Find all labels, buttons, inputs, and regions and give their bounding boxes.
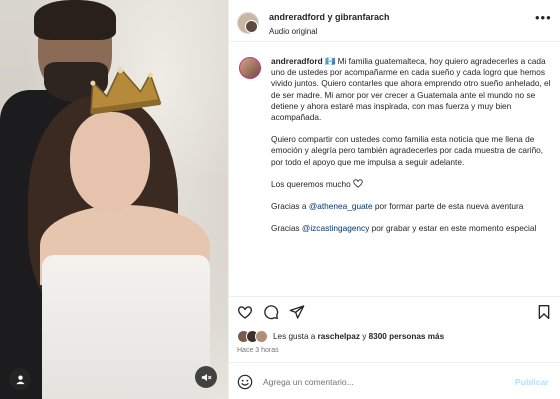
thanks-1-suffix: por formar parte de esta nueva aventura xyxy=(372,201,524,212)
caption-author-avatar[interactable] xyxy=(239,57,261,79)
caption-username[interactable]: andreradford xyxy=(271,56,323,66)
mention-athenea[interactable]: @athenea_guate xyxy=(309,201,373,211)
like-heart-icon[interactable] xyxy=(237,304,253,320)
mention-izcasting[interactable]: @izcastingagency xyxy=(302,223,369,233)
emoji-icon[interactable] xyxy=(237,374,253,390)
post-video[interactable] xyxy=(0,0,228,399)
liker-username[interactable]: raschelpaz xyxy=(318,332,360,341)
caption-paragraph-3: Los queremos mucho xyxy=(271,179,555,190)
publish-button[interactable]: Publicar xyxy=(515,377,549,387)
stylist-hair xyxy=(34,0,116,40)
more-options-icon[interactable]: ••• xyxy=(535,11,552,24)
user-icon xyxy=(15,374,25,384)
comment-box: Publicar xyxy=(229,362,560,399)
liker-avatar-3 xyxy=(255,330,268,343)
post-caption: andreradford 🇬🇹 Mi familia guatemalteca,… xyxy=(229,43,560,295)
caption-body: andreradford 🇬🇹 Mi familia guatemalteca,… xyxy=(271,56,555,245)
white-dress xyxy=(42,255,210,399)
likes-count[interactable]: 8300 personas más xyxy=(369,332,445,341)
comment-input[interactable] xyxy=(263,373,503,391)
likes-summary: Les gusta a raschelpaz y 8300 personas m… xyxy=(237,330,557,344)
woman-face xyxy=(70,112,150,212)
post-timestamp[interactable]: Hace 3 horas xyxy=(237,347,279,354)
share-icon[interactable] xyxy=(289,304,305,320)
post-authors[interactable]: andreradford y gibranfarach xyxy=(269,12,390,22)
post-header: andreradford y gibranfarach Audio origin… xyxy=(229,0,560,42)
caption-paragraph-2: Quiero compartir con ustedes como famili… xyxy=(271,134,544,167)
likes-text: Les gusta a raschelpaz y 8300 personas m… xyxy=(273,332,444,341)
tagged-users-button[interactable] xyxy=(9,368,31,390)
thanks-1-prefix: Gracias a xyxy=(271,201,309,212)
thanks-2-suffix: por grabar y estar en este momento espec… xyxy=(369,223,537,234)
likes-prefix: Les gusta a xyxy=(273,332,318,341)
heart-icon xyxy=(353,179,363,188)
mute-button[interactable] xyxy=(195,366,217,388)
action-bar xyxy=(229,296,560,326)
bookmark-icon[interactable] xyxy=(536,304,552,320)
thanks-paragraph-2: Gracias @izcastingagency por grabar y es… xyxy=(271,223,555,234)
audio-label[interactable]: Audio original xyxy=(269,27,317,36)
instagram-post: andreradford y gibranfarach Audio origin… xyxy=(0,0,560,399)
thanks-paragraph-1: Gracias a @athenea_guate por formar part… xyxy=(271,201,555,212)
likes-conj: y xyxy=(359,332,369,341)
thanks-2-prefix: Gracias xyxy=(271,223,302,234)
caption-text-3: Los queremos mucho xyxy=(271,178,351,189)
comment-icon[interactable] xyxy=(263,304,279,320)
caption-paragraph-1: andreradford 🇬🇹 Mi familia guatemalteca,… xyxy=(271,56,555,123)
coauthor-avatar[interactable] xyxy=(245,20,258,33)
speaker-muted-icon xyxy=(201,373,211,381)
post-side-panel: andreradford y gibranfarach Audio origin… xyxy=(228,0,560,399)
